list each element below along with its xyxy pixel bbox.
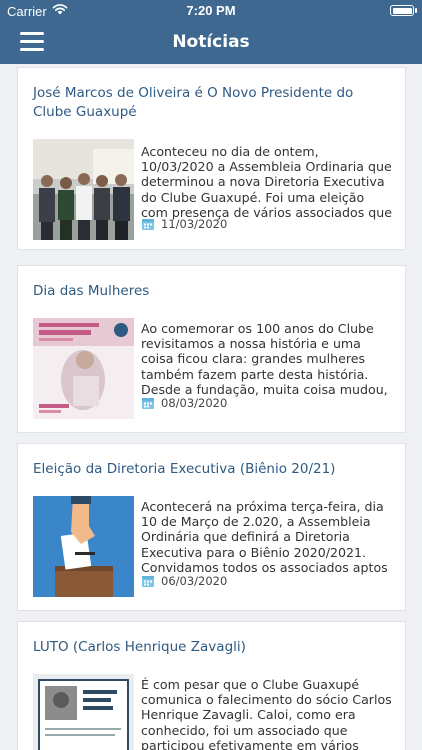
news-date: 06/03/2020 (141, 574, 227, 588)
calendar-icon (142, 398, 154, 409)
news-card[interactable]: LUTO (Carlos Henrique Zavagli) É com pes… (17, 621, 406, 750)
news-date: 11/03/2020 (141, 217, 227, 231)
news-card[interactable]: José Marcos de Oliveira é O Novo Preside… (17, 67, 406, 250)
app-header: Carrier 7:20 PM Notícias (0, 0, 422, 64)
news-date-text: 08/03/2020 (161, 396, 228, 410)
news-title[interactable]: José Marcos de Oliveira é O Novo Preside… (33, 84, 390, 122)
news-date: 08/03/2020 (141, 396, 227, 410)
news-thumbnail (33, 496, 134, 597)
news-excerpt: Acontecerá na próxima terça-feira, dia 1… (141, 499, 388, 575)
news-excerpt: Ao comemorar os 100 anos do Clube revisi… (141, 321, 388, 397)
news-card[interactable]: Dia das Mulheres Ao comemorar os 100 ano… (17, 265, 406, 433)
news-thumbnail (33, 139, 134, 240)
calendar-icon (142, 219, 154, 230)
news-title[interactable]: Dia das Mulheres (33, 282, 390, 301)
news-thumbnail (33, 318, 134, 419)
calendar-icon (142, 576, 154, 587)
battery-icon (390, 5, 417, 16)
news-title[interactable]: Eleição da Diretoria Executiva (Biênio 2… (33, 460, 390, 479)
news-excerpt: Aconteceu no dia de ontem, 10/03/2020 a … (141, 144, 393, 220)
news-date-text: 11/03/2020 (161, 217, 228, 231)
news-excerpt: É com pesar que o Clube Guaxupé comunica… (141, 677, 392, 750)
news-date-text: 06/03/2020 (161, 574, 228, 588)
news-card[interactable]: Eleição da Diretoria Executiva (Biênio 2… (17, 443, 406, 611)
news-title[interactable]: LUTO (Carlos Henrique Zavagli) (33, 638, 390, 657)
status-bar: Carrier 7:20 PM (0, 0, 422, 22)
news-thumbnail (33, 674, 134, 750)
page-title: Notícias (172, 32, 250, 52)
status-time: 7:20 PM (186, 3, 236, 18)
